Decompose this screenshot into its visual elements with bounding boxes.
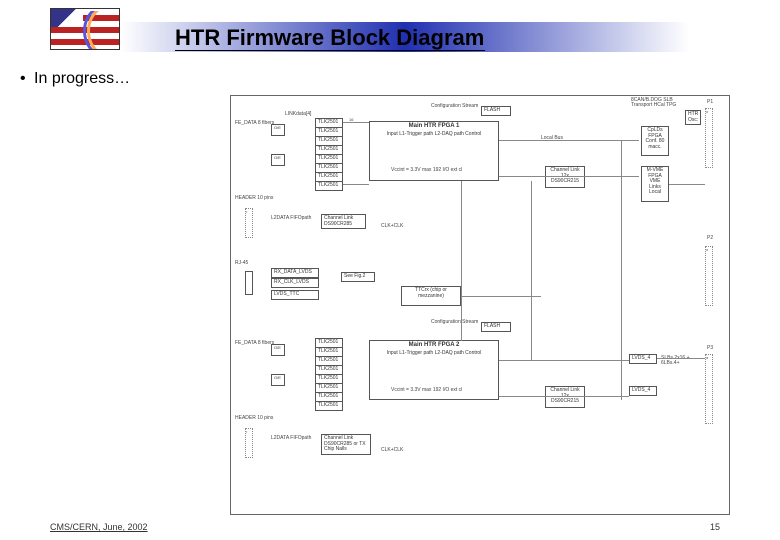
rxclk-lvds-box: RX_CLK_LVDS	[271, 278, 319, 288]
header1-conn: ::::	[245, 208, 253, 238]
rj45-label: RJ-45	[235, 261, 248, 266]
main-fpga1-sub: Input L1-Trigger path L2-DAQ path Contro…	[372, 132, 496, 138]
wire	[461, 181, 462, 341]
oe4-box: O/E	[271, 374, 285, 386]
wire	[669, 184, 705, 185]
main-fpga2-sub: Input L1-Trigger path L2-DAQ path Contro…	[372, 351, 496, 357]
fe-data2-label: FE_DATA 8 fibers	[235, 341, 274, 346]
rxdata-lvds-box: RX_DATA_LVDS	[271, 268, 319, 278]
htrosc-box: HTR Osc:	[685, 110, 701, 125]
oe1-box: O/E	[271, 124, 285, 136]
footer-citation: CMS/CERN, June, 2002	[50, 522, 148, 532]
chan-link-12b-box: Channel Link 12x DS90CR215	[545, 386, 585, 408]
oe3-box: O/E	[271, 344, 285, 356]
fe-data1-label: FE_DATA 8 fibers	[235, 121, 274, 126]
vccint1-label: Vccint = 3.3V max 192 I/O ext cl	[391, 168, 462, 173]
uscms-logo	[50, 8, 120, 50]
flash2-box: FLASH	[481, 322, 511, 332]
mvme-box: M-VME FPGA VME Links Local	[641, 166, 669, 202]
vccint2-label: Vccint = 3.3V max 192 I/O ext cl	[391, 388, 462, 393]
p3-conn: ::::::::::::	[705, 354, 713, 424]
tlk-7: TLK2501	[315, 181, 343, 191]
p2-conn: ::::::::::	[705, 246, 713, 306]
header1-label: HEADER 10 pins	[235, 196, 273, 201]
wire	[621, 140, 622, 400]
l2data2-label: L2DATA FIFOpath	[271, 436, 311, 441]
tlk-b7: TLK2501	[315, 401, 343, 411]
oe2-box: O/E	[271, 154, 285, 166]
flash1-box: FLASH	[481, 106, 511, 116]
cpld-box: CpLDs FPGA Conf. 80 macc.	[641, 126, 669, 156]
scanbeedog-label: 8CAN/B.DOG SLB Transport HCal TPG	[631, 98, 681, 108]
main-fpga2-title: Main HTR FPGA 2	[409, 342, 460, 348]
wire	[343, 184, 369, 185]
wire	[499, 140, 639, 141]
header2-label: HEADER 10 pins	[235, 416, 273, 421]
rj45-conn	[245, 271, 253, 295]
ttcrx-box: TTCrx (chip or mezzanine)	[401, 286, 461, 306]
config-stream-1-label: Configuration Stream	[431, 104, 478, 109]
p3-label: P3	[707, 346, 713, 351]
wire	[531, 181, 532, 361]
see-fig2-box: See Fig.2	[341, 272, 375, 282]
clkclk2-label: CLK+CLK	[381, 448, 403, 453]
page-title: HTR Firmware Block Diagram	[175, 25, 484, 51]
title-underline	[175, 50, 485, 51]
chan-link-12-box: Channel Link 12x DS90CR215	[545, 166, 585, 188]
block-diagram: Configuration Stream FLASH Main HTR FPGA…	[230, 95, 730, 515]
wire	[499, 396, 629, 397]
channel-link2-box: Channel Link DS90CR285 or TX Chip Nalls	[321, 434, 371, 455]
l2data1-label: L2DATA FIFOpath	[271, 216, 311, 221]
linkdata4-label: LINKdata[4]	[285, 112, 311, 117]
p2-label: P2	[707, 236, 713, 241]
bullet-text: In progress…	[20, 70, 130, 88]
p1-label: P1	[707, 100, 713, 105]
page-number: 15	[710, 522, 720, 532]
wire	[343, 122, 369, 123]
lvds1-box: LVDS_4	[629, 354, 657, 364]
wire	[499, 176, 639, 177]
wire	[461, 296, 541, 297]
clkclk1-label: CLK+CLK	[381, 224, 403, 229]
wire	[657, 358, 705, 359]
channel-link1-box: Channel Link DS90CR285	[321, 214, 366, 229]
main-fpga1-title: Main HTR FPGA 1	[409, 123, 460, 129]
config-stream-2-label: Configuration Stream	[431, 320, 478, 325]
header2-conn: ::::	[245, 428, 253, 458]
lvds-ttc-box: LVDS_TTC	[271, 290, 319, 300]
p1-conn: ::::::::::	[705, 108, 713, 168]
lvds2-box: LVDS_4	[629, 386, 657, 396]
wire	[499, 360, 629, 361]
